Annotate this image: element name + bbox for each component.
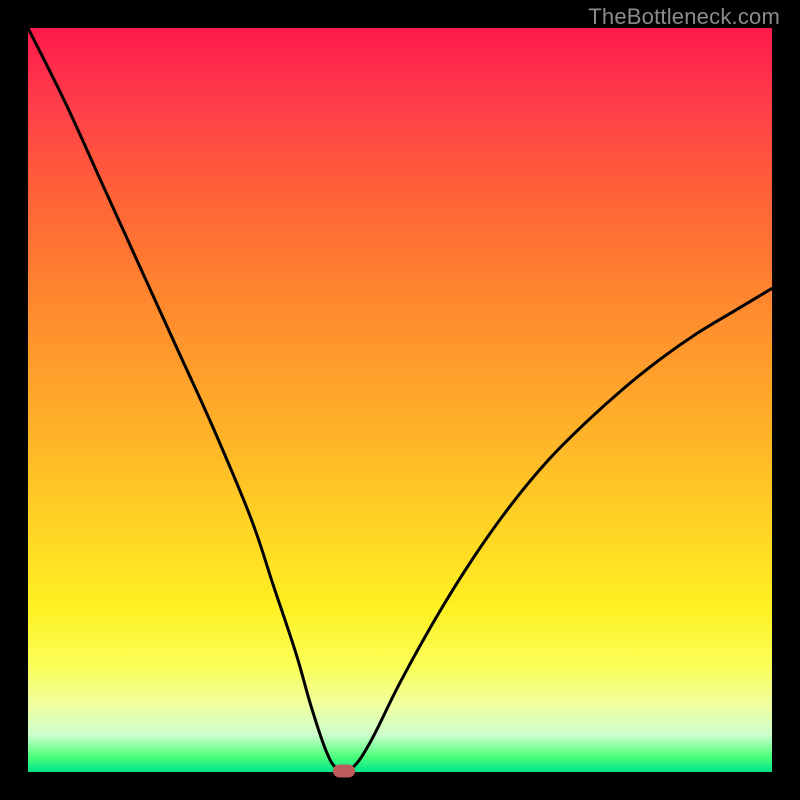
bottleneck-curve: [28, 28, 772, 771]
plot-area: [28, 28, 772, 772]
chart-frame: TheBottleneck.com: [0, 0, 800, 800]
watermark-text: TheBottleneck.com: [588, 4, 780, 30]
curve-svg: [28, 28, 772, 772]
optimal-marker: [333, 764, 355, 777]
